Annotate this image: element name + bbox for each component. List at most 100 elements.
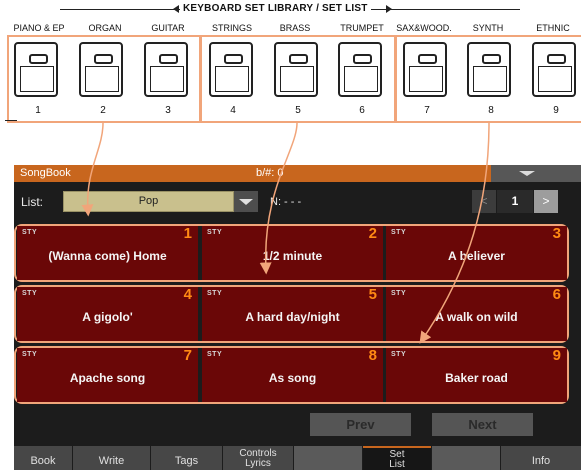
left-arrow-icon: [173, 5, 179, 13]
menu-button[interactable]: [491, 165, 581, 182]
keyboard-set-button-4[interactable]: [209, 42, 253, 97]
song-title: A believer: [448, 249, 505, 263]
slot-number: 3: [552, 225, 561, 242]
menu-arrow-icon: [519, 171, 535, 176]
page-number: 1: [497, 190, 533, 213]
song-title: As song: [268, 371, 317, 385]
song-slot-3[interactable]: STY 3 A believer: [386, 225, 567, 280]
library-header: KEYBOARD SET LIBRARY / SET LIST: [60, 3, 520, 15]
title-bar: [14, 165, 491, 182]
category-strings: STRINGS: [211, 23, 252, 33]
led-icon: [29, 54, 48, 64]
prev-button[interactable]: Prev: [310, 413, 411, 436]
chevron-down-icon: [239, 199, 253, 205]
song-slot-6[interactable]: STY 6 A walk on wild: [386, 286, 567, 341]
song-title: A gigolo': [82, 310, 133, 324]
song-title: 1/2 minute: [262, 249, 323, 263]
song-title: Apache song: [69, 371, 146, 385]
led-icon: [547, 54, 566, 64]
style-tag: STY: [22, 229, 38, 236]
slot-number: 4: [183, 286, 192, 303]
tab-set-list[interactable]: Set List: [363, 446, 431, 470]
tab-list-label: List: [389, 459, 405, 470]
button-number-5: 5: [295, 105, 301, 116]
keyboard-set-button-1[interactable]: [14, 42, 58, 97]
keyboard-set-button-5[interactable]: [274, 42, 318, 97]
style-tag: STY: [391, 290, 407, 297]
style-tag: STY: [207, 351, 223, 358]
keyboard-set-button-7[interactable]: [403, 42, 447, 97]
led-icon: [289, 54, 308, 64]
song-slot-7[interactable]: STY 7 Apache song: [17, 347, 198, 402]
list-value: Pop: [138, 195, 159, 207]
button-number-1: 1: [35, 105, 41, 116]
song-slot-9[interactable]: STY 9 Baker road: [386, 347, 567, 402]
category-ethnic: ETHNIC: [536, 23, 570, 33]
song-title: (Wanna come) Home: [48, 249, 167, 263]
led-icon: [159, 54, 178, 64]
led-icon: [418, 54, 437, 64]
style-tag: STY: [207, 229, 223, 236]
style-tag: STY: [391, 229, 407, 236]
led-icon: [353, 54, 372, 64]
button-number-4: 4: [230, 105, 236, 116]
category-sax-wood: SAX&WOOD.: [396, 23, 452, 33]
category-piano-ep: PIANO & EP: [13, 23, 65, 33]
song-title: A walk on wild: [435, 310, 518, 324]
slot-number: 8: [368, 347, 377, 364]
song-slot-5[interactable]: STY 5 A hard day/night: [202, 286, 383, 341]
slot-number: 7: [183, 347, 192, 364]
style-tag: STY: [22, 351, 38, 358]
right-arrow-icon: [386, 5, 392, 13]
style-tag: STY: [207, 290, 223, 297]
keyboard-set-button-9[interactable]: [532, 42, 576, 97]
category-guitar: GUITAR: [151, 23, 185, 33]
active-tab-indicator: [363, 446, 431, 448]
tab-empty-2: [432, 446, 500, 470]
entry-number: N: - - -: [270, 196, 302, 208]
led-icon: [94, 54, 113, 64]
tab-empty-1: [294, 446, 362, 470]
slot-number: 9: [552, 347, 561, 364]
slot-number: 6: [552, 286, 561, 303]
song-slot-8[interactable]: STY 8 As song: [202, 347, 383, 402]
button-number-3: 3: [165, 105, 171, 116]
tab-controls-lyrics[interactable]: Controls Lyrics: [223, 446, 293, 470]
list-label: List:: [21, 195, 44, 209]
keyboard-set-button-8[interactable]: [467, 42, 511, 97]
slot-number: 5: [368, 286, 377, 303]
led-icon: [482, 54, 501, 64]
library-title: KEYBOARD SET LIBRARY / SET LIST: [180, 3, 371, 14]
button-number-7: 7: [424, 105, 430, 116]
style-tag: STY: [391, 351, 407, 358]
tab-tags[interactable]: Tags: [151, 446, 222, 470]
category-brass: BRASS: [279, 23, 311, 33]
keyboard-set-button-6[interactable]: [338, 42, 382, 97]
tab-book[interactable]: Book: [14, 446, 72, 470]
tab-write[interactable]: Write: [73, 446, 150, 470]
song-slot-4[interactable]: STY 4 A gigolo': [17, 286, 198, 341]
button-number-2: 2: [100, 105, 106, 116]
song-slot-2[interactable]: STY 2 1/2 minute: [202, 225, 383, 280]
tick-mark: [5, 120, 17, 121]
keyboard-set-button-2[interactable]: [79, 42, 123, 97]
chevron-left-icon: <: [480, 194, 488, 208]
slot-number: 1: [183, 225, 192, 242]
transpose-readout: b/#: 0: [256, 167, 284, 179]
category-synth: SYNTH: [472, 23, 504, 33]
page-next-button[interactable]: >: [534, 190, 558, 213]
next-button[interactable]: Next: [432, 413, 533, 436]
category-organ: ORGAN: [88, 23, 122, 33]
chevron-right-icon: >: [542, 194, 550, 208]
page-title: SongBook: [20, 167, 71, 179]
button-number-9: 9: [553, 105, 559, 116]
song-title: Baker road: [445, 371, 508, 385]
led-icon: [224, 54, 243, 64]
song-title: A hard day/night: [245, 310, 340, 324]
tab-info[interactable]: Info: [501, 446, 581, 470]
page-prev-button[interactable]: <: [472, 190, 496, 213]
song-slot-1[interactable]: STY 1 (Wanna come) Home: [17, 225, 198, 280]
tab-lyrics-label: Lyrics: [245, 458, 271, 469]
keyboard-set-button-3[interactable]: [144, 42, 188, 97]
button-number-8: 8: [488, 105, 494, 116]
